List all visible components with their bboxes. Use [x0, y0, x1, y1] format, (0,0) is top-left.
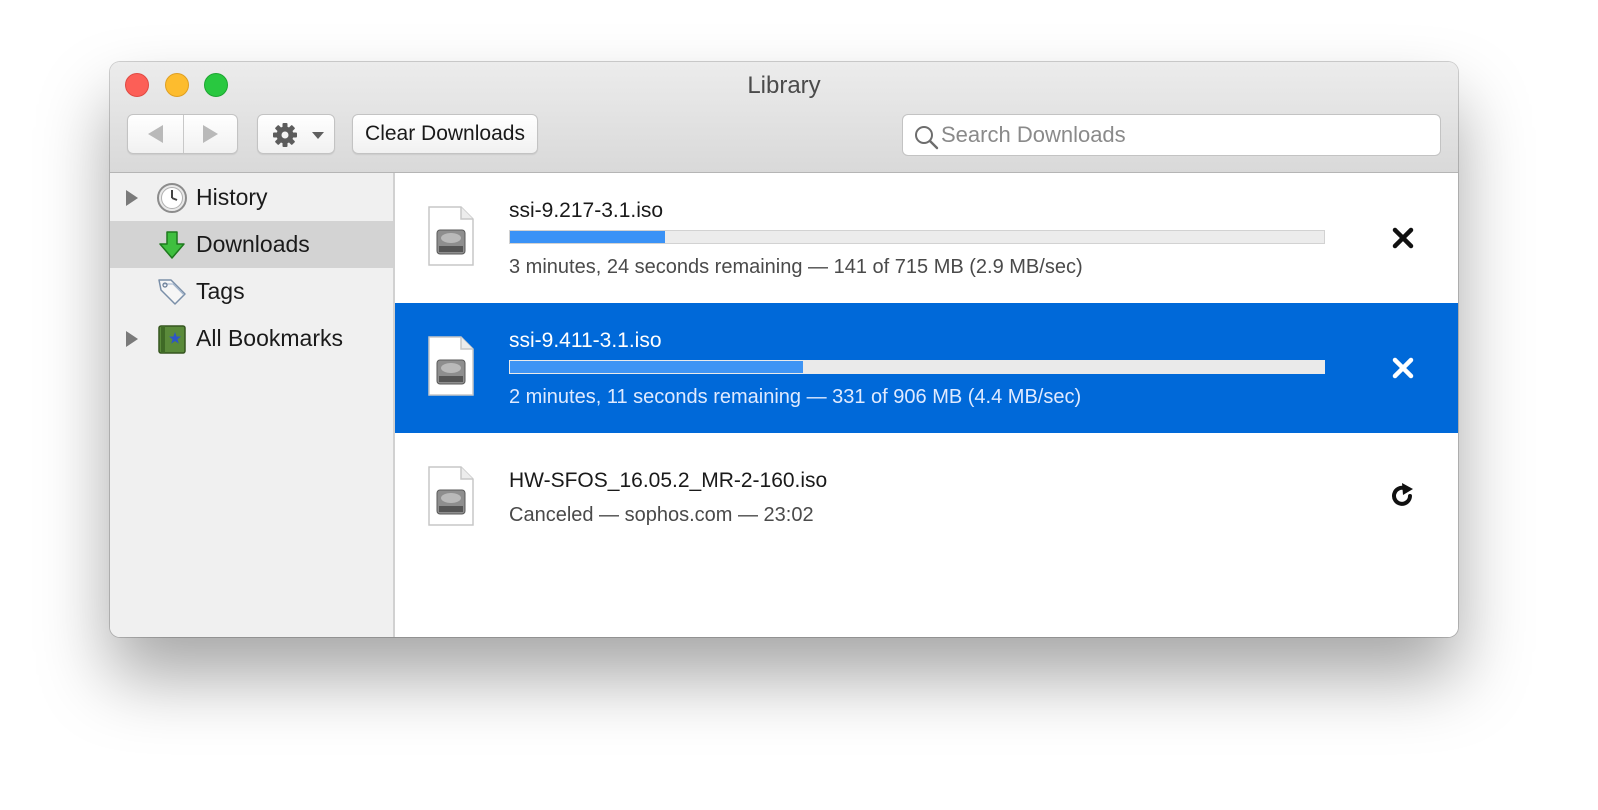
- downloads-list: ssi-9.217-3.1.iso 3 minutes, 24 seconds …: [395, 173, 1458, 637]
- back-arrow-icon: [148, 125, 163, 143]
- download-row[interactable]: HW-SFOS_16.05.2_MR-2-160.iso Canceled — …: [395, 433, 1458, 563]
- tag-icon: [158, 279, 186, 305]
- disclosure-triangle-icon[interactable]: [126, 190, 138, 206]
- search-field[interactable]: [902, 114, 1441, 156]
- sidebar-item-label: Tags: [196, 278, 245, 304]
- chevron-down-icon: [312, 132, 324, 139]
- disk-image-file-icon: [428, 466, 474, 526]
- disk-image-file-icon: [428, 336, 474, 396]
- download-filename: HW-SFOS_16.05.2_MR-2-160.iso: [509, 469, 828, 492]
- sidebar-item-downloads[interactable]: Downloads: [110, 221, 393, 268]
- gear-icon: [273, 123, 297, 147]
- bookmarks-book-icon: [158, 325, 186, 354]
- close-icon[interactable]: [1388, 223, 1418, 253]
- download-status: 2 minutes, 11 seconds remaining — 331 of…: [509, 386, 1082, 408]
- action-menu-button[interactable]: [257, 114, 335, 154]
- disk-image-file-icon: [428, 206, 474, 266]
- close-icon[interactable]: [1388, 353, 1418, 383]
- clock-icon: [157, 183, 187, 213]
- sidebar-item-label: History: [196, 184, 268, 210]
- forward-arrow-icon: [203, 125, 218, 143]
- sidebar: History Downloads Tags All Bookmarks: [110, 173, 395, 637]
- download-row[interactable]: ssi-9.411-3.1.iso 2 minutes, 11 seconds …: [395, 303, 1458, 433]
- forward-button[interactable]: [184, 115, 239, 153]
- window-title: Library: [747, 72, 821, 99]
- retry-icon[interactable]: [1388, 481, 1418, 511]
- search-input[interactable]: [941, 115, 1421, 155]
- download-status: 3 minutes, 24 seconds remaining — 141 of…: [509, 256, 1083, 278]
- search-icon: [915, 126, 939, 150]
- sidebar-item-tags[interactable]: Tags: [110, 268, 393, 315]
- sidebar-item-history[interactable]: History: [110, 174, 393, 221]
- sidebar-item-label: Downloads: [196, 231, 310, 257]
- sidebar-item-label: All Bookmarks: [196, 325, 343, 351]
- download-progress-bar: [509, 230, 1325, 244]
- download-filename: ssi-9.411-3.1.iso: [509, 329, 662, 352]
- download-filename: ssi-9.217-3.1.iso: [509, 199, 664, 222]
- title-bar: Library Clear Downloads Search Downloads: [110, 62, 1458, 173]
- download-row[interactable]: ssi-9.217-3.1.iso 3 minutes, 24 seconds …: [395, 173, 1458, 303]
- progress-fill: [510, 361, 804, 373]
- clear-downloads-button[interactable]: Clear Downloads: [352, 114, 538, 154]
- back-button[interactable]: [128, 115, 183, 153]
- download-arrow-icon: [159, 231, 185, 259]
- download-status: Canceled — sophos.com — 23:02: [509, 504, 814, 526]
- navigation-button-group: [127, 114, 238, 154]
- disclosure-triangle-icon[interactable]: [126, 331, 138, 347]
- library-window: Library Clear Downloads Search Downloads…: [110, 62, 1458, 637]
- download-progress-bar: [509, 360, 1325, 374]
- sidebar-item-all-bookmarks[interactable]: All Bookmarks: [110, 315, 393, 362]
- progress-fill: [510, 231, 665, 243]
